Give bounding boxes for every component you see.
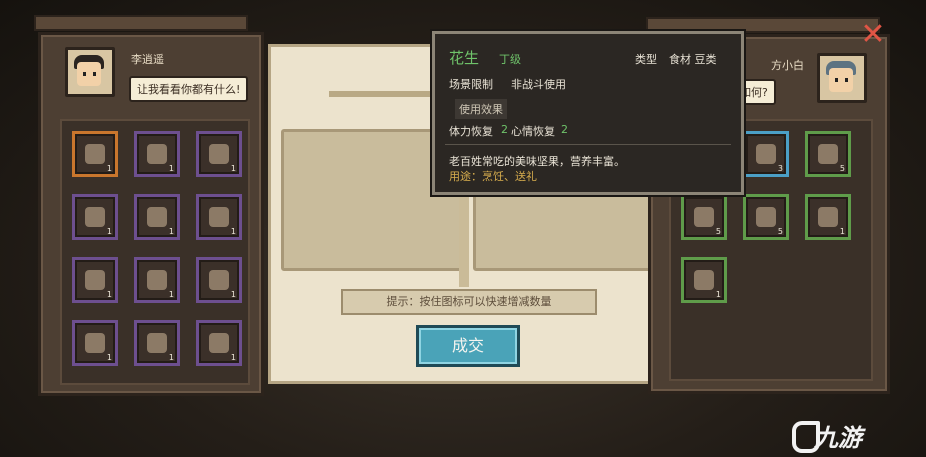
tooltip-type-label: 类型 <box>635 53 657 66</box>
key-icon <box>209 270 229 290</box>
item-quantity: 5 <box>839 164 845 173</box>
left-item-slot[interactable]: 1 <box>134 257 180 303</box>
left-panel-roof <box>34 15 248 31</box>
right-item-slot[interactable]: 1 <box>805 194 851 240</box>
jade-icon <box>209 144 229 164</box>
item-quantity: 5 <box>715 227 721 236</box>
item-quantity: 1 <box>230 227 236 236</box>
hint-text: 提示：按住图标可以快速增减数量 <box>341 289 597 315</box>
left-item-slot[interactable]: 1 <box>72 320 118 366</box>
right-player-name: 方小白 <box>771 59 804 72</box>
item-quantity: 1 <box>230 290 236 299</box>
tooltip-stamina-value: 2 <box>501 123 508 136</box>
herb-icon <box>85 207 105 227</box>
dumpling-icon <box>756 144 776 164</box>
left-player-name: 李逍遥 <box>131 53 164 66</box>
tooltip-description: 老百姓常吃的美味坚果，营养丰富。 <box>449 155 625 168</box>
jar-icon <box>85 270 105 290</box>
scroll-icon <box>147 207 167 227</box>
left-item-slot[interactable]: 1 <box>72 194 118 240</box>
left-player-speech: 让我看看你都有什么! <box>129 76 249 102</box>
left-item-slot[interactable]: 1 <box>72 257 118 303</box>
tooltip-stamina-label: 体力恢复 <box>449 125 493 138</box>
deal-button[interactable]: 成交 <box>416 325 520 367</box>
item-quantity: 1 <box>715 290 721 299</box>
left-player-avatar <box>65 47 115 97</box>
item-quantity: 1 <box>168 353 174 362</box>
right-item-slot[interactable]: 3 <box>743 131 789 177</box>
tooltip-item-name: 花生 <box>449 49 480 67</box>
item-quantity: 1 <box>106 353 112 362</box>
tooltip-scene-label: 场景限制 <box>449 78 493 91</box>
item-quantity: 1 <box>839 227 845 236</box>
right-player-avatar <box>817 53 867 103</box>
item-quantity: 5 <box>777 227 783 236</box>
left-item-slot[interactable]: 1 <box>196 131 242 177</box>
peanut-icon <box>756 207 776 227</box>
tooltip-mood-label: 心情恢复 <box>511 125 555 138</box>
tooltip-effect-header: 使用效果 <box>455 99 507 119</box>
right-item-slot[interactable]: 1 <box>681 257 727 303</box>
bar-icon <box>147 270 167 290</box>
right-item-slot[interactable]: 5 <box>743 194 789 240</box>
item-quantity: 1 <box>106 290 112 299</box>
close-icon[interactable]: ✕ <box>857 20 889 52</box>
salt-icon <box>818 144 838 164</box>
item-quantity: 1 <box>230 353 236 362</box>
left-item-slot[interactable]: 1 <box>196 194 242 240</box>
map-icon <box>209 333 229 353</box>
tooltip-usage: 用途：烹饪、送礼 <box>449 170 537 183</box>
tooltip-mood-value: 2 <box>561 123 568 136</box>
item-quantity: 1 <box>230 164 236 173</box>
item-quantity: 1 <box>106 164 112 173</box>
item-quantity: 1 <box>106 227 112 236</box>
blade-icon <box>147 144 167 164</box>
leaf-icon <box>209 207 229 227</box>
left-item-slot[interactable]: 1 <box>134 194 180 240</box>
item-quantity: 1 <box>168 164 174 173</box>
left-item-slot[interactable]: 1 <box>196 257 242 303</box>
item-quantity: 1 <box>168 227 174 236</box>
tooltip-item-grade: 丁级 <box>499 53 521 66</box>
tooltip-divider <box>445 144 731 145</box>
egg-icon <box>818 207 838 227</box>
book-icon <box>85 333 105 353</box>
item-quantity: 1 <box>168 290 174 299</box>
left-item-slot[interactable]: 1 <box>134 320 180 366</box>
item-tooltip: 花生 丁级 类型 食材 豆类 场景限制 非战斗使用 使用效果 体力恢复 2 心情… <box>432 31 744 195</box>
item-quantity: 3 <box>777 164 783 173</box>
right-item-slot[interactable]: 5 <box>805 131 851 177</box>
map-icon <box>147 333 167 353</box>
tooltip-type-value: 食材 豆类 <box>669 53 717 66</box>
stone-icon <box>694 207 714 227</box>
tooltip-scene-value: 非战斗使用 <box>511 78 566 91</box>
right-item-slot[interactable]: 5 <box>681 194 727 240</box>
left-item-slot[interactable]: 1 <box>134 131 180 177</box>
left-item-slot[interactable]: 1 <box>72 131 118 177</box>
left-item-slot[interactable]: 1 <box>196 320 242 366</box>
sack-icon <box>694 270 714 290</box>
chest-icon <box>85 144 105 164</box>
watermark-text: 九游 <box>814 424 862 452</box>
